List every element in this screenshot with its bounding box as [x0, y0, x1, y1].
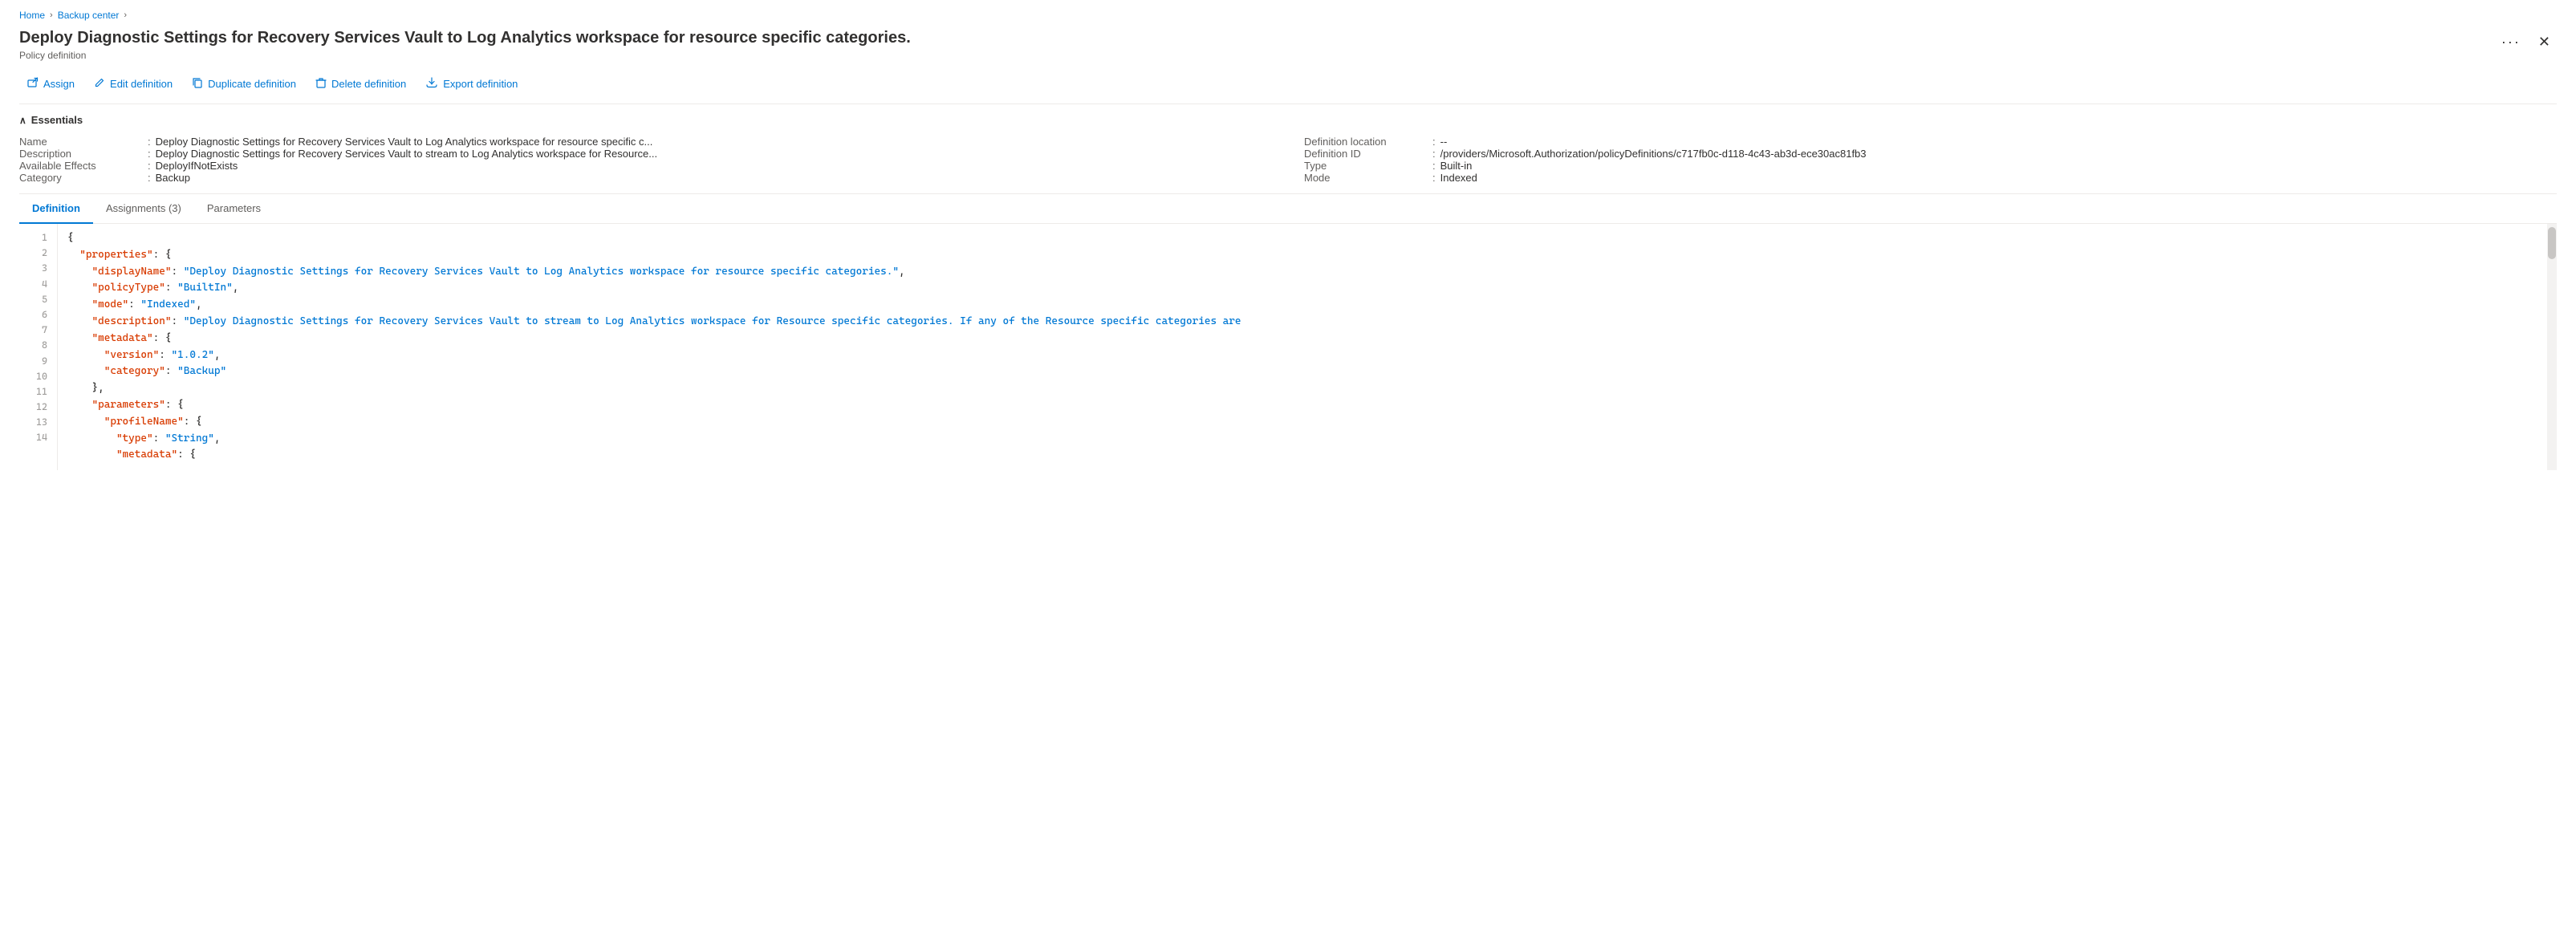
- line-num-3: 3: [19, 261, 57, 276]
- code-line-6: "description": "Deploy Diagnostic Settin…: [67, 314, 2547, 331]
- code-line-12: "profileName": {: [67, 414, 2547, 431]
- essentials-value-description: Deploy Diagnostic Settings for Recovery …: [156, 148, 657, 160]
- line-num-12: 12: [19, 400, 57, 415]
- tab-definition[interactable]: Definition: [19, 194, 93, 224]
- breadcrumb-sep-2: ›: [124, 10, 127, 20]
- line-num-14: 14: [19, 430, 57, 445]
- code-line-9: "category": "Backup": [67, 363, 2547, 380]
- essentials-label: Essentials: [31, 114, 83, 126]
- delete-icon: [315, 77, 327, 91]
- line-num-9: 9: [19, 354, 57, 369]
- breadcrumb-sep-1: ›: [50, 10, 53, 20]
- code-line-3: "displayName": "Deploy Diagnostic Settin…: [67, 264, 2547, 281]
- essentials-grid: Name : Deploy Diagnostic Settings for Re…: [19, 136, 2557, 184]
- page-subtitle: Policy definition: [19, 50, 2497, 61]
- essentials-row-name: Name : Deploy Diagnostic Settings for Re…: [19, 136, 1272, 148]
- page-title: Deploy Diagnostic Settings for Recovery …: [19, 27, 2497, 48]
- line-num-4: 4: [19, 277, 57, 292]
- line-num-10: 10: [19, 369, 57, 384]
- export-definition-button[interactable]: Export definition: [417, 72, 526, 95]
- line-num-8: 8: [19, 338, 57, 353]
- essentials-value-type: Built-in: [1440, 160, 1473, 172]
- essentials-label-mode: Mode: [1304, 172, 1432, 184]
- export-label: Export definition: [443, 78, 518, 90]
- essentials-right-column: Definition location : -- Definition ID :…: [1304, 136, 2557, 184]
- scrollbar-thumb[interactable]: [2548, 227, 2556, 259]
- code-line-8: "version": "1.0.2",: [67, 347, 2547, 364]
- edit-definition-button[interactable]: Edit definition: [86, 72, 181, 95]
- essentials-label-category: Category: [19, 172, 148, 184]
- essentials-value-name: Deploy Diagnostic Settings for Recovery …: [156, 136, 653, 148]
- toolbar: Assign Edit definition Duplicate definit…: [19, 64, 2557, 104]
- header-actions: ··· ✕: [2497, 27, 2557, 54]
- essentials-value-mode: Indexed: [1440, 172, 1477, 184]
- essentials-value-effects: DeployIfNotExists: [156, 160, 238, 172]
- line-num-6: 6: [19, 307, 57, 323]
- essentials-row-description: Description : Deploy Diagnostic Settings…: [19, 148, 1272, 160]
- essentials-chevron-icon: ∧: [19, 115, 26, 126]
- essentials-label-type: Type: [1304, 160, 1432, 172]
- essentials-value-category: Backup: [156, 172, 190, 184]
- tab-parameters[interactable]: Parameters: [194, 194, 274, 224]
- essentials-row-def-id: Definition ID : /providers/Microsoft.Aut…: [1304, 148, 2557, 160]
- code-line-4: "policyType": "BuiltIn",: [67, 280, 2547, 297]
- breadcrumb-home[interactable]: Home: [19, 10, 45, 21]
- essentials-header[interactable]: ∧ Essentials: [19, 114, 2557, 126]
- code-line-11: "parameters": {: [67, 397, 2547, 414]
- delete-label: Delete definition: [331, 78, 406, 90]
- breadcrumb-backup-center[interactable]: Backup center: [58, 10, 120, 21]
- scrollbar-track[interactable]: [2547, 224, 2557, 470]
- code-lines[interactable]: { "properties": { "displayName": "Deploy…: [58, 224, 2557, 470]
- essentials-row-effects: Available Effects : DeployIfNotExists: [19, 160, 1272, 172]
- duplicate-label: Duplicate definition: [208, 78, 296, 90]
- assign-icon: [27, 77, 39, 91]
- code-line-13: "type": "String",: [67, 431, 2547, 448]
- code-content: 1 2 3 4 5 6 7 8 9 10 11 12 13 14 { "prop…: [19, 224, 2557, 470]
- code-line-5: "mode": "Indexed",: [67, 297, 2547, 314]
- line-num-5: 5: [19, 292, 57, 307]
- page-container: Home › Backup center › Deploy Diagnostic…: [0, 0, 2576, 470]
- close-button[interactable]: ✕: [2532, 30, 2557, 54]
- breadcrumb: Home › Backup center ›: [19, 10, 2557, 21]
- assign-button[interactable]: Assign: [19, 72, 83, 95]
- edit-label: Edit definition: [110, 78, 173, 90]
- code-line-2: "properties": {: [67, 247, 2547, 264]
- essentials-value-def-location: --: [1440, 136, 1448, 148]
- tabs-bar: Definition Assignments (3) Parameters: [19, 194, 2557, 224]
- edit-icon: [94, 77, 105, 91]
- assign-label: Assign: [43, 78, 75, 90]
- essentials-label-def-location: Definition location: [1304, 136, 1432, 148]
- code-line-14: "metadata": {: [67, 447, 2547, 464]
- essentials-value-def-id: /providers/Microsoft.Authorization/polic…: [1440, 148, 1867, 160]
- line-numbers: 1 2 3 4 5 6 7 8 9 10 11 12 13 14: [19, 224, 58, 470]
- essentials-row-mode: Mode : Indexed: [1304, 172, 2557, 184]
- code-line-10: },: [67, 380, 2547, 397]
- essentials-row-type: Type : Built-in: [1304, 160, 2557, 172]
- line-num-2: 2: [19, 246, 57, 261]
- page-title-area: Deploy Diagnostic Settings for Recovery …: [19, 27, 2497, 61]
- duplicate-icon: [192, 77, 203, 91]
- essentials-section: ∧ Essentials Name : Deploy Diagnostic Se…: [19, 104, 2557, 194]
- essentials-row-def-location: Definition location : --: [1304, 136, 2557, 148]
- essentials-label-effects: Available Effects: [19, 160, 148, 172]
- essentials-label-description: Description: [19, 148, 148, 160]
- more-options-button[interactable]: ···: [2497, 30, 2525, 54]
- duplicate-definition-button[interactable]: Duplicate definition: [184, 72, 304, 95]
- essentials-label-name: Name: [19, 136, 148, 148]
- essentials-label-def-id: Definition ID: [1304, 148, 1432, 160]
- delete-definition-button[interactable]: Delete definition: [307, 72, 414, 95]
- line-num-11: 11: [19, 384, 57, 400]
- tab-assignments[interactable]: Assignments (3): [93, 194, 194, 224]
- line-num-1: 1: [19, 230, 57, 246]
- code-line-1: {: [67, 230, 2547, 247]
- code-editor: 1 2 3 4 5 6 7 8 9 10 11 12 13 14 { "prop…: [19, 224, 2557, 470]
- essentials-left-column: Name : Deploy Diagnostic Settings for Re…: [19, 136, 1272, 184]
- page-header: Deploy Diagnostic Settings for Recovery …: [19, 27, 2557, 61]
- code-line-7: "metadata": {: [67, 331, 2547, 347]
- export-icon: [425, 77, 438, 91]
- line-num-7: 7: [19, 323, 57, 338]
- line-num-13: 13: [19, 415, 57, 430]
- essentials-row-category: Category : Backup: [19, 172, 1272, 184]
